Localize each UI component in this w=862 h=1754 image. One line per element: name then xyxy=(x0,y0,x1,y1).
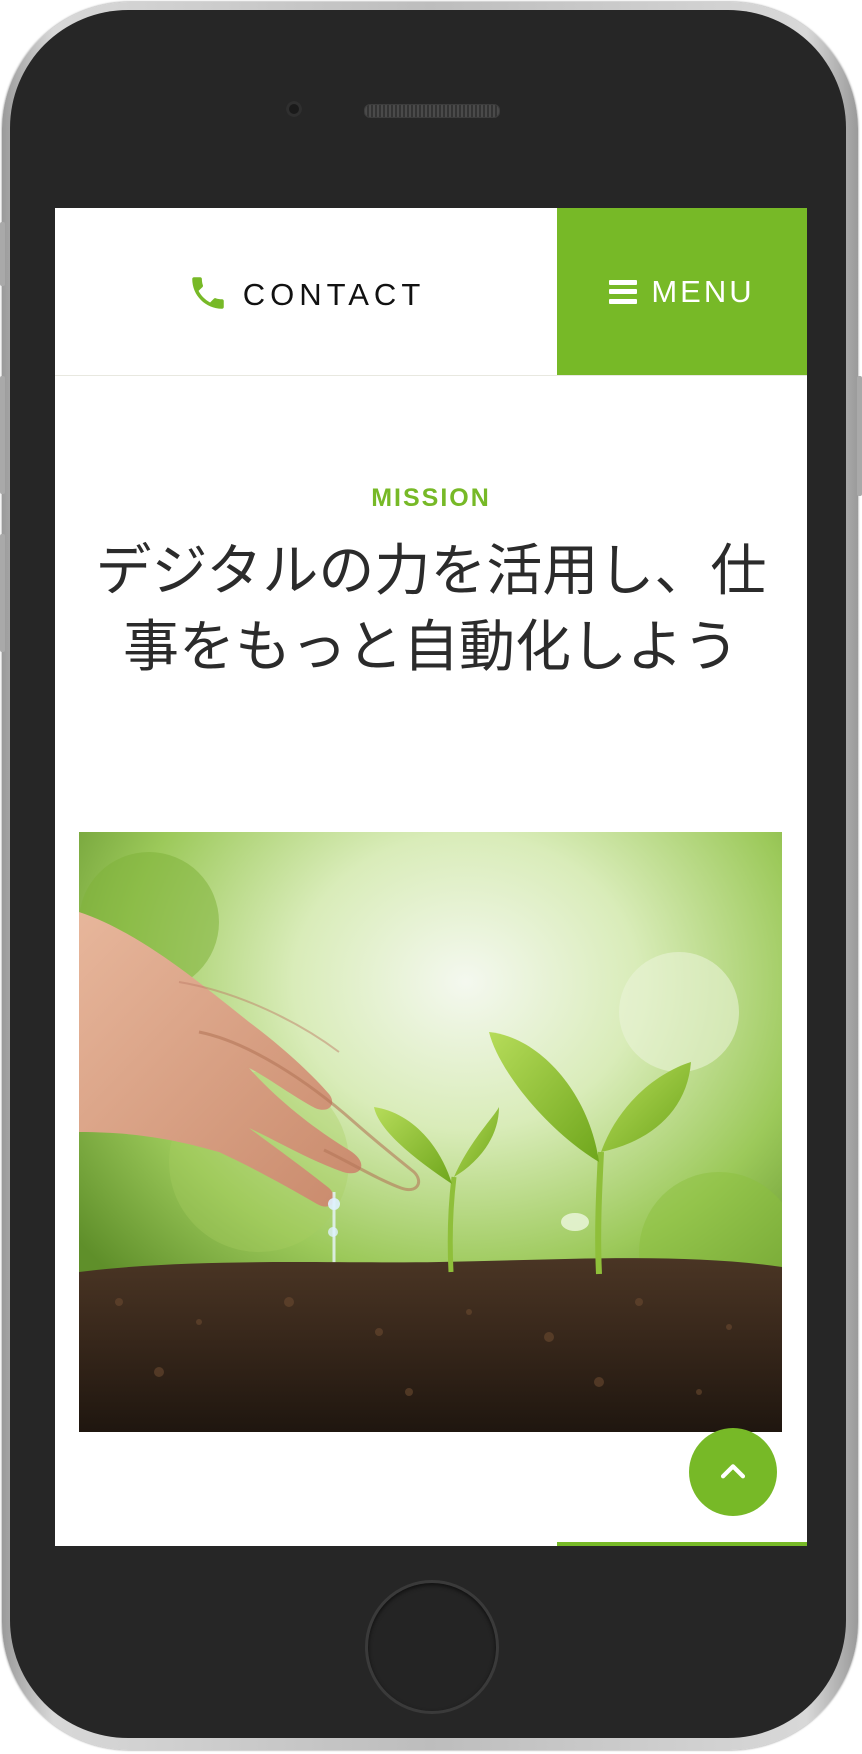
site-header: CONTACT MENU xyxy=(55,208,807,376)
headline-line-2: 事をもっと自動化しよう xyxy=(123,615,739,680)
phone-volume-down xyxy=(0,534,5,652)
phone-icon xyxy=(187,272,229,318)
scroll-to-top-button[interactable] xyxy=(689,1428,777,1516)
headline-line-1: デジタルの力を活用し、仕 xyxy=(95,539,767,604)
mission-headline: デジタルの力を活用し、仕 事をもっと自動化しよう xyxy=(75,534,787,686)
home-button xyxy=(365,1580,499,1714)
chevron-up-icon xyxy=(720,1464,746,1479)
earpiece-speaker xyxy=(364,104,500,118)
menu-button[interactable]: MENU xyxy=(557,208,807,375)
front-camera xyxy=(286,101,302,117)
contact-label: CONTACT xyxy=(242,276,426,312)
phone-mute-switch xyxy=(0,222,5,286)
next-section-accent-bar xyxy=(557,1542,807,1546)
hero-image xyxy=(79,832,782,1432)
menu-label: MENU xyxy=(651,273,755,309)
section-label: MISSION xyxy=(371,484,491,512)
phone-screen: CONTACT MENU MISSION デジタルの力を活用し、仕 事をもっと自… xyxy=(55,208,807,1546)
phone-volume-up xyxy=(0,376,5,494)
phone-power-button xyxy=(857,376,862,496)
contact-link[interactable]: CONTACT xyxy=(55,208,557,375)
hamburger-icon xyxy=(609,279,638,304)
